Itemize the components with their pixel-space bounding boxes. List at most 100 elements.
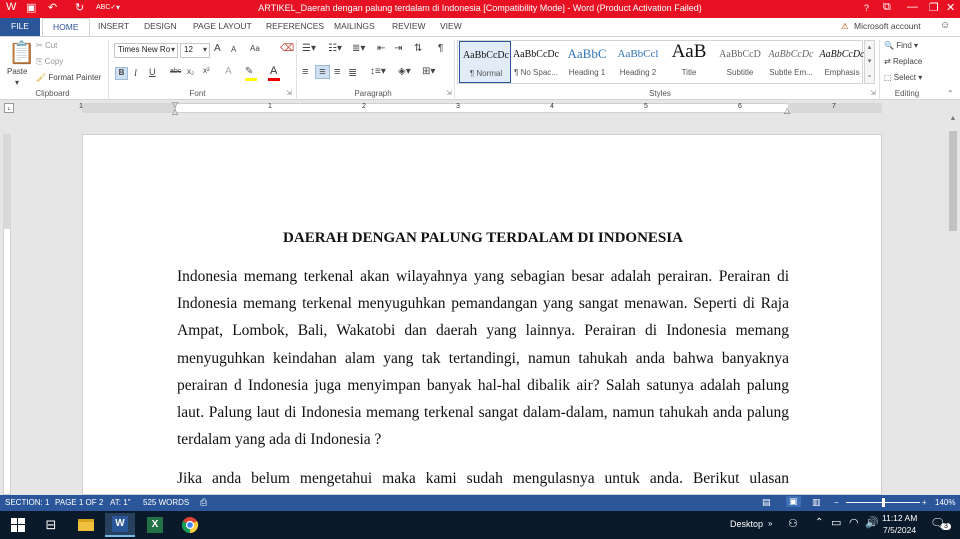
zoom-in-button[interactable]: + bbox=[922, 498, 927, 507]
clock-time[interactable]: 11:12 AM bbox=[882, 513, 917, 523]
desktop-toolbar-label[interactable]: Desktop bbox=[730, 519, 763, 529]
print-layout-icon[interactable]: ▣ bbox=[786, 496, 801, 507]
indent-marker-icon[interactable]: ▽ △ bbox=[172, 101, 178, 116]
people-icon[interactable]: ⚇ bbox=[788, 517, 798, 530]
save-icon[interactable]: ▣ bbox=[26, 1, 36, 14]
word-count[interactable]: 525 WORDS bbox=[143, 498, 189, 507]
tab-insert[interactable]: INSERT bbox=[98, 21, 129, 31]
scroll-up-arrow-icon[interactable]: ▲ bbox=[946, 115, 960, 122]
line-spacing-icon[interactable]: ↕≡▾ bbox=[370, 66, 386, 77]
collapse-ribbon-icon[interactable]: ⌃ bbox=[947, 89, 954, 98]
excel-taskbar-icon[interactable]: X bbox=[140, 513, 170, 537]
style-heading-1[interactable]: AaBbC Heading 1 bbox=[561, 41, 613, 83]
style-subtitle[interactable]: AaBbCcD Subtitle bbox=[714, 41, 766, 83]
font-size-dropdown-icon[interactable]: ▾ bbox=[203, 45, 207, 54]
style-heading-2[interactable]: AaBbCcl Heading 2 bbox=[612, 41, 664, 83]
superscript-button[interactable]: x² bbox=[203, 66, 210, 75]
file-explorer-icon[interactable] bbox=[71, 513, 101, 537]
tab-references[interactable]: REFERENCES bbox=[266, 21, 324, 31]
cut-button[interactable]: ✂ Cut bbox=[36, 41, 57, 50]
bold-button[interactable]: B bbox=[115, 67, 128, 80]
justify-icon[interactable]: ≣ bbox=[348, 66, 357, 79]
font-dialog-launcher-icon[interactable]: ⇲ bbox=[286, 89, 292, 97]
style-no-spacing[interactable]: AaBbCcDc ¶ No Spac... bbox=[510, 41, 562, 83]
account-link[interactable]: Microsoft account bbox=[854, 21, 921, 31]
styles-dialog-launcher-icon[interactable]: ⇲ bbox=[870, 89, 876, 97]
tab-page-layout[interactable]: PAGE LAYOUT bbox=[193, 21, 252, 31]
multilevel-list-icon[interactable]: ≣▾ bbox=[352, 43, 365, 54]
tab-review[interactable]: REVIEW bbox=[392, 21, 426, 31]
more-styles-icon[interactable]: ⌄ bbox=[865, 69, 874, 83]
ribbon-options-icon[interactable]: ⧉ bbox=[883, 1, 891, 14]
wifi-icon[interactable]: ◠ bbox=[849, 516, 859, 529]
tray-overflow-icon[interactable]: ⌃ bbox=[815, 517, 823, 528]
redo-icon[interactable]: ↻ bbox=[75, 1, 84, 14]
minimize-icon[interactable]: — bbox=[907, 1, 918, 13]
document-page[interactable]: DAERAH DENGAN PALUNG TERDALAM DI INDONES… bbox=[82, 134, 882, 495]
align-right-icon[interactable]: ≡ bbox=[334, 66, 340, 78]
start-button[interactable] bbox=[3, 513, 33, 537]
smiley-icon[interactable]: ☺ bbox=[940, 20, 950, 31]
restore-icon[interactable]: ❐ bbox=[929, 1, 939, 14]
align-left-icon[interactable]: ≡ bbox=[302, 66, 308, 78]
tab-view[interactable]: VIEW bbox=[440, 21, 462, 31]
borders-icon[interactable]: ⊞▾ bbox=[422, 66, 435, 77]
show-marks-icon[interactable]: ¶ bbox=[438, 43, 443, 54]
horizontal-ruler[interactable]: ⌞ 1 1 2 3 4 5 6 7 ▽ △ △ bbox=[0, 101, 960, 116]
zoom-slider-thumb[interactable] bbox=[882, 498, 885, 507]
styles-scroll[interactable]: ▴ ▾ ⌄ bbox=[864, 40, 875, 84]
help-button[interactable]: ? bbox=[864, 3, 869, 13]
text-effects-icon[interactable]: A bbox=[225, 66, 232, 77]
font-name-field[interactable]: Times New Ro bbox=[114, 43, 178, 58]
vertical-scrollbar[interactable]: ▲ bbox=[946, 115, 960, 495]
scrollbar-thumb[interactable] bbox=[949, 131, 957, 231]
change-case-button[interactable]: Aa bbox=[250, 44, 260, 53]
numbering-icon[interactable]: ☷▾ bbox=[328, 43, 342, 54]
customize-qat-icon[interactable]: ▾ bbox=[116, 3, 120, 12]
section-indicator[interactable]: SECTION: 1 bbox=[5, 498, 49, 507]
paste-icon[interactable]: 📋 bbox=[8, 41, 35, 65]
tab-selector-icon[interactable]: ⌞ bbox=[4, 103, 14, 113]
tab-design[interactable]: DESIGN bbox=[144, 21, 177, 31]
right-indent-marker-icon[interactable]: △ bbox=[784, 106, 790, 115]
sort-icon[interactable]: ⇅ bbox=[414, 43, 422, 54]
proofing-icon[interactable]: ⎙ bbox=[200, 497, 207, 508]
subscript-button[interactable]: x₂ bbox=[187, 67, 194, 76]
position-indicator[interactable]: AT: 1" bbox=[110, 498, 130, 507]
bullets-icon[interactable]: ☰▾ bbox=[302, 43, 316, 54]
paragraph-dialog-launcher-icon[interactable]: ⇲ bbox=[446, 89, 452, 97]
style-emphasis[interactable]: AaBbCcDc Emphasis bbox=[816, 41, 868, 83]
chrome-taskbar-icon[interactable] bbox=[175, 513, 205, 537]
scroll-up-icon[interactable]: ▴ bbox=[865, 41, 874, 55]
spelling-icon[interactable]: ABC✓ bbox=[96, 3, 116, 11]
zoom-level[interactable]: 140% bbox=[935, 498, 955, 507]
copy-button[interactable]: ⎘ Copy bbox=[36, 57, 63, 67]
read-mode-icon[interactable]: ▤ bbox=[762, 497, 771, 508]
shrink-font-button[interactable]: A bbox=[231, 45, 236, 54]
grow-font-button[interactable]: A bbox=[214, 43, 221, 54]
web-layout-icon[interactable]: ▥ bbox=[812, 497, 821, 508]
page-indicator[interactable]: PAGE 1 OF 2 bbox=[55, 498, 103, 507]
paste-button[interactable]: Paste bbox=[7, 67, 27, 76]
italic-button[interactable]: I bbox=[134, 68, 137, 78]
tab-home[interactable]: HOME bbox=[42, 18, 90, 37]
clock-date[interactable]: 7/5/2024 bbox=[883, 525, 916, 535]
paragraph-1[interactable]: Indonesia memang terkenal akan wilayahny… bbox=[177, 263, 789, 453]
tab-file[interactable]: FILE bbox=[0, 18, 40, 36]
vertical-ruler[interactable] bbox=[0, 115, 14, 495]
style-title[interactable]: AaB Title bbox=[663, 41, 715, 83]
highlight-icon[interactable]: ✎ bbox=[245, 66, 253, 77]
decrease-indent-icon[interactable]: ⇤ bbox=[377, 43, 385, 54]
word-taskbar-icon[interactable]: W bbox=[105, 513, 135, 537]
strikethrough-button[interactable]: abc bbox=[170, 68, 181, 75]
zoom-out-button[interactable]: − bbox=[834, 498, 839, 507]
font-name-dropdown-icon[interactable]: ▾ bbox=[171, 45, 175, 54]
task-view-icon[interactable]: ⊟ bbox=[36, 513, 66, 537]
tab-mailings[interactable]: MAILINGS bbox=[334, 21, 375, 31]
close-icon[interactable]: ✕ bbox=[946, 1, 955, 14]
increase-indent-icon[interactable]: ⇥ bbox=[394, 43, 402, 54]
document-title[interactable]: DAERAH DENGAN PALUNG TERDALAM DI INDONES… bbox=[183, 230, 783, 247]
select-button[interactable]: ⬚ Select ▾ bbox=[884, 73, 922, 82]
paragraph-2[interactable]: Jika anda belum mengetahui maka kami sud… bbox=[177, 465, 789, 492]
font-color-icon[interactable]: A bbox=[270, 65, 277, 77]
